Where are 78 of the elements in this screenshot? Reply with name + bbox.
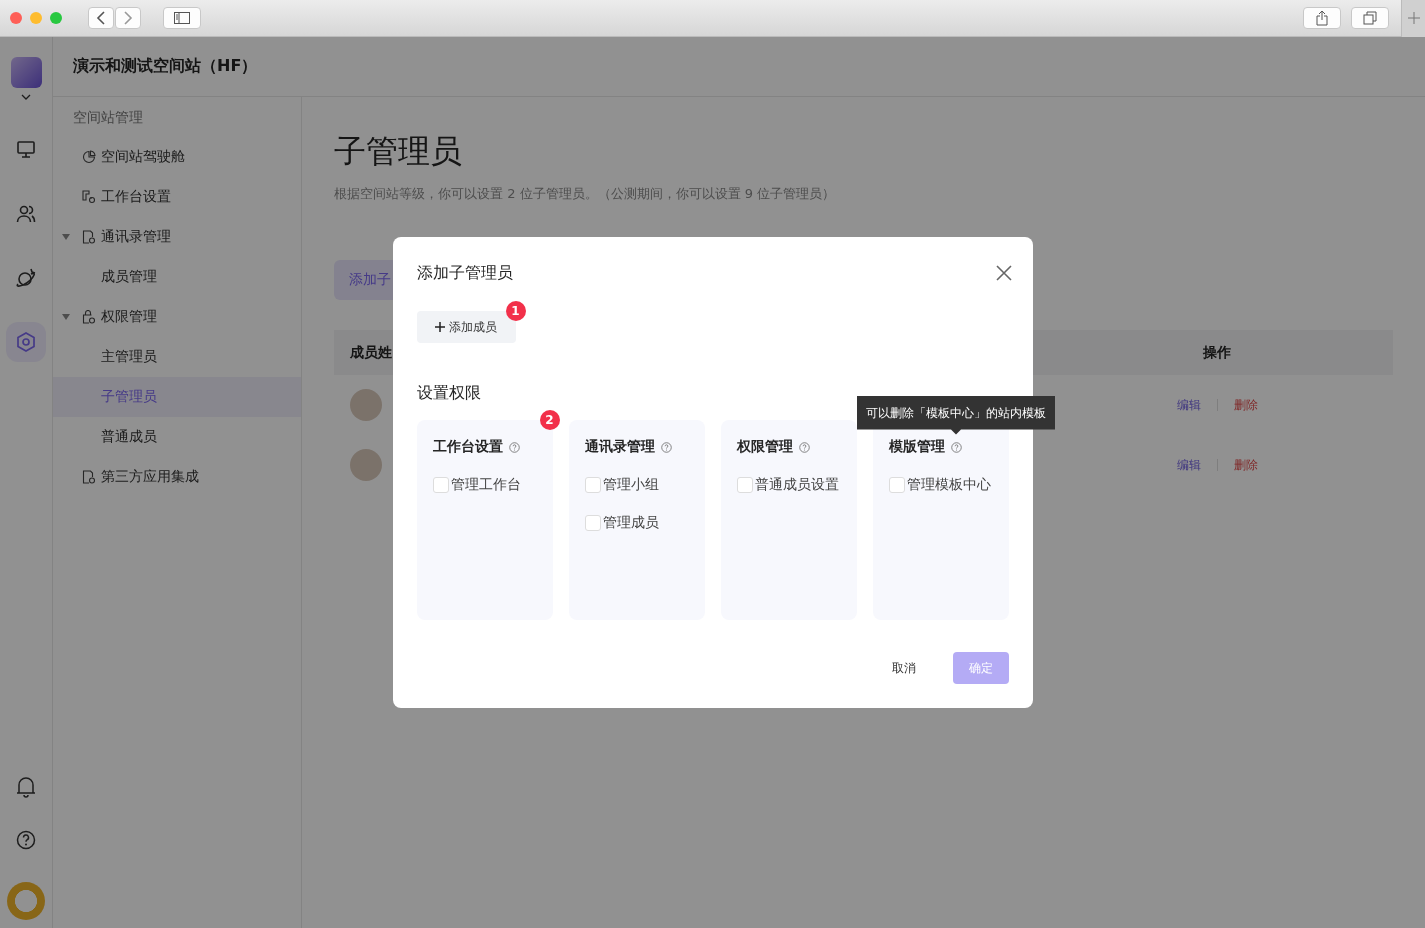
permission-group-title: 工作台设置 xyxy=(432,438,503,456)
tooltip: 可以删除「模板中心」的站内模板 xyxy=(857,395,1055,435)
checkbox-label: 管理成员 xyxy=(602,514,659,532)
tabs-icon xyxy=(1363,11,1377,25)
delete-link[interactable]: 删除 xyxy=(1233,456,1258,474)
permission-group-title: 模版管理 xyxy=(888,438,945,456)
plus-icon xyxy=(1407,12,1420,24)
document-icon xyxy=(82,470,96,484)
sidebar-item[interactable]: 通讯录管理 xyxy=(53,217,301,257)
settings-icon xyxy=(15,331,37,353)
member-avatar xyxy=(350,389,382,421)
checkbox[interactable] xyxy=(584,477,601,493)
close-button[interactable] xyxy=(995,265,1012,281)
share-button[interactable] xyxy=(1303,7,1341,29)
checkbox[interactable] xyxy=(584,515,601,531)
permission-group-title: 通讯录管理 xyxy=(584,438,655,456)
column-header: 操作 xyxy=(1202,343,1232,362)
step-badge: 1 xyxy=(505,301,526,321)
sidebar-item[interactable]: 空间站驾驶舱 xyxy=(53,137,301,177)
chevron-right-icon xyxy=(123,11,133,25)
monitor-icon xyxy=(16,140,36,160)
minimize-window-icon[interactable] xyxy=(30,12,42,24)
sidebar-item-label: 第三方应用集成 xyxy=(101,468,199,486)
chevron-down-icon[interactable] xyxy=(21,94,31,100)
page-description: 根据空间站等级，你可以设置 2 位子管理员。（公测期间，你可以设置 9 位子管理员） xyxy=(334,185,837,203)
sidebar-icon xyxy=(174,12,190,24)
new-tab-button[interactable] xyxy=(1401,0,1425,37)
checkbox-label: 管理模板中心 xyxy=(906,476,991,494)
sidebar-subitem[interactable]: 普通成员 xyxy=(53,417,301,457)
member-avatar xyxy=(350,449,382,481)
caret-icon[interactable] xyxy=(62,314,70,320)
sidebar-item[interactable]: 工作台设置 xyxy=(53,177,301,217)
checkbox[interactable] xyxy=(736,477,753,493)
user-avatar[interactable] xyxy=(7,882,45,920)
sidebar-item-label: 权限管理 xyxy=(101,308,157,326)
help-icon[interactable] xyxy=(16,830,36,850)
zoom-window-icon[interactable] xyxy=(50,12,62,24)
checkbox-label: 管理工作台 xyxy=(450,476,521,494)
close-window-icon[interactable] xyxy=(10,12,22,24)
checkbox[interactable] xyxy=(432,477,449,493)
sidebar-item-label: 空间站驾驶舱 xyxy=(101,148,185,166)
sidebar-item-label: 通讯录管理 xyxy=(101,228,171,246)
back-button[interactable] xyxy=(88,7,114,29)
share-icon xyxy=(1316,10,1328,26)
pie-chart-icon xyxy=(82,150,96,164)
checkbox[interactable] xyxy=(888,477,905,493)
workspace-logo[interactable] xyxy=(10,57,42,88)
rail-item[interactable] xyxy=(6,322,46,362)
sidebar-toggle-button[interactable] xyxy=(163,7,201,29)
checkbox-label: 管理小组 xyxy=(602,476,659,494)
planet-icon xyxy=(15,267,37,289)
sidebar-section-title: 空间站管理 xyxy=(72,108,144,127)
workspace-title: 演示和测试空间站（HF） xyxy=(73,56,258,77)
edit-link[interactable]: 编辑 xyxy=(1176,396,1201,414)
sidebar-subitem[interactable]: 主管理员 xyxy=(53,337,301,377)
page-title: 子管理员 xyxy=(334,131,463,171)
bell-icon[interactable] xyxy=(16,776,36,798)
tabs-button[interactable] xyxy=(1351,7,1389,29)
edit-link[interactable]: 编辑 xyxy=(1176,456,1201,474)
permission-group-title: 权限管理 xyxy=(736,438,793,456)
sidebar-subitem[interactable]: 成员管理 xyxy=(53,257,301,297)
users-icon xyxy=(16,204,36,224)
sidebar-item[interactable]: 第三方应用集成 xyxy=(53,457,301,497)
cancel-button[interactable]: 取消 xyxy=(867,652,940,684)
column-header: 成员姓 xyxy=(349,343,393,362)
forward-button[interactable] xyxy=(115,7,141,29)
step-badge: 2 xyxy=(539,410,560,430)
lock-icon xyxy=(82,310,96,324)
caret-icon[interactable] xyxy=(62,234,70,240)
delete-link[interactable]: 删除 xyxy=(1233,396,1258,414)
sidebar-item-label: 工作台设置 xyxy=(101,188,171,206)
document-icon xyxy=(82,230,96,244)
plus-icon xyxy=(435,322,445,332)
workbench-icon xyxy=(82,190,96,204)
chevron-left-icon xyxy=(96,11,106,25)
sidebar-item[interactable]: 权限管理 xyxy=(53,297,301,337)
section-title: 设置权限 xyxy=(416,382,482,404)
checkbox-label: 普通成员设置 xyxy=(754,476,839,494)
